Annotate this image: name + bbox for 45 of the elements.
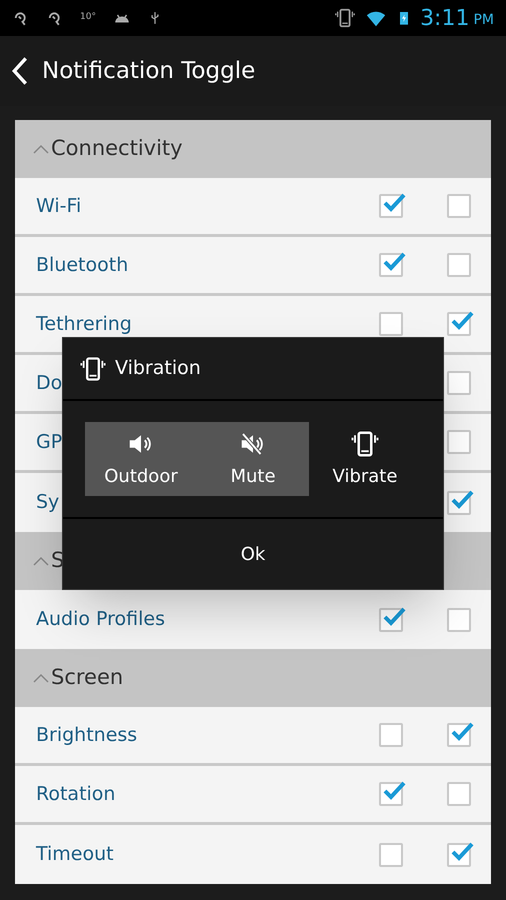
checkbox[interactable] xyxy=(447,608,471,632)
checkbox[interactable] xyxy=(379,782,403,806)
checkbox[interactable] xyxy=(447,312,471,336)
caret-icon xyxy=(33,556,49,566)
checkbox[interactable] xyxy=(379,312,403,336)
profile-option[interactable]: Vibrate xyxy=(309,422,421,496)
profile-option[interactable]: Outdoor xyxy=(85,422,197,496)
profile-option[interactable]: Mute xyxy=(197,422,309,496)
section-title: Screen xyxy=(51,664,124,692)
row-label: Timeout xyxy=(36,842,114,868)
checkbox[interactable] xyxy=(447,253,471,277)
checkbox[interactable] xyxy=(447,371,471,395)
temperature-text: 10° xyxy=(80,11,96,24)
row-label: Sy xyxy=(36,490,60,516)
row-label: Wi-Fi xyxy=(36,194,82,219)
vibrate-icon xyxy=(334,7,356,29)
caret-icon xyxy=(33,673,49,683)
section-title: Connectivity xyxy=(51,135,183,162)
vibrate-icon xyxy=(350,428,380,458)
ok-button[interactable]: Ok xyxy=(63,519,443,589)
checkbox[interactable] xyxy=(447,723,471,747)
section-header[interactable]: Connectivity xyxy=(15,120,491,178)
clock-suffix: PM xyxy=(473,10,494,30)
checkbox[interactable] xyxy=(447,490,471,514)
checkbox[interactable] xyxy=(447,430,471,454)
checkbox[interactable] xyxy=(379,194,403,218)
checkbox[interactable] xyxy=(379,842,403,866)
checkbox[interactable] xyxy=(379,253,403,277)
row-label: Brightness xyxy=(36,722,138,748)
checkbox[interactable] xyxy=(447,782,471,806)
row-label: Rotation xyxy=(36,782,116,807)
row-label: Tethrering xyxy=(36,312,132,337)
row-label: Do xyxy=(36,370,62,396)
section-header[interactable]: Screen xyxy=(15,649,491,707)
screen-title: Notification Toggle xyxy=(42,56,256,86)
caret-icon xyxy=(33,144,49,154)
checkbox[interactable] xyxy=(447,842,471,866)
checkbox[interactable] xyxy=(379,608,403,632)
checkbox[interactable] xyxy=(447,194,471,218)
checkbox[interactable] xyxy=(379,723,403,747)
row-label: Bluetooth xyxy=(36,252,128,278)
clock-text: 3:11 xyxy=(420,4,470,32)
row-label: Audio Profiles xyxy=(36,607,166,632)
dialog-title: Vibration xyxy=(115,356,201,382)
row-label: GP xyxy=(36,430,62,455)
